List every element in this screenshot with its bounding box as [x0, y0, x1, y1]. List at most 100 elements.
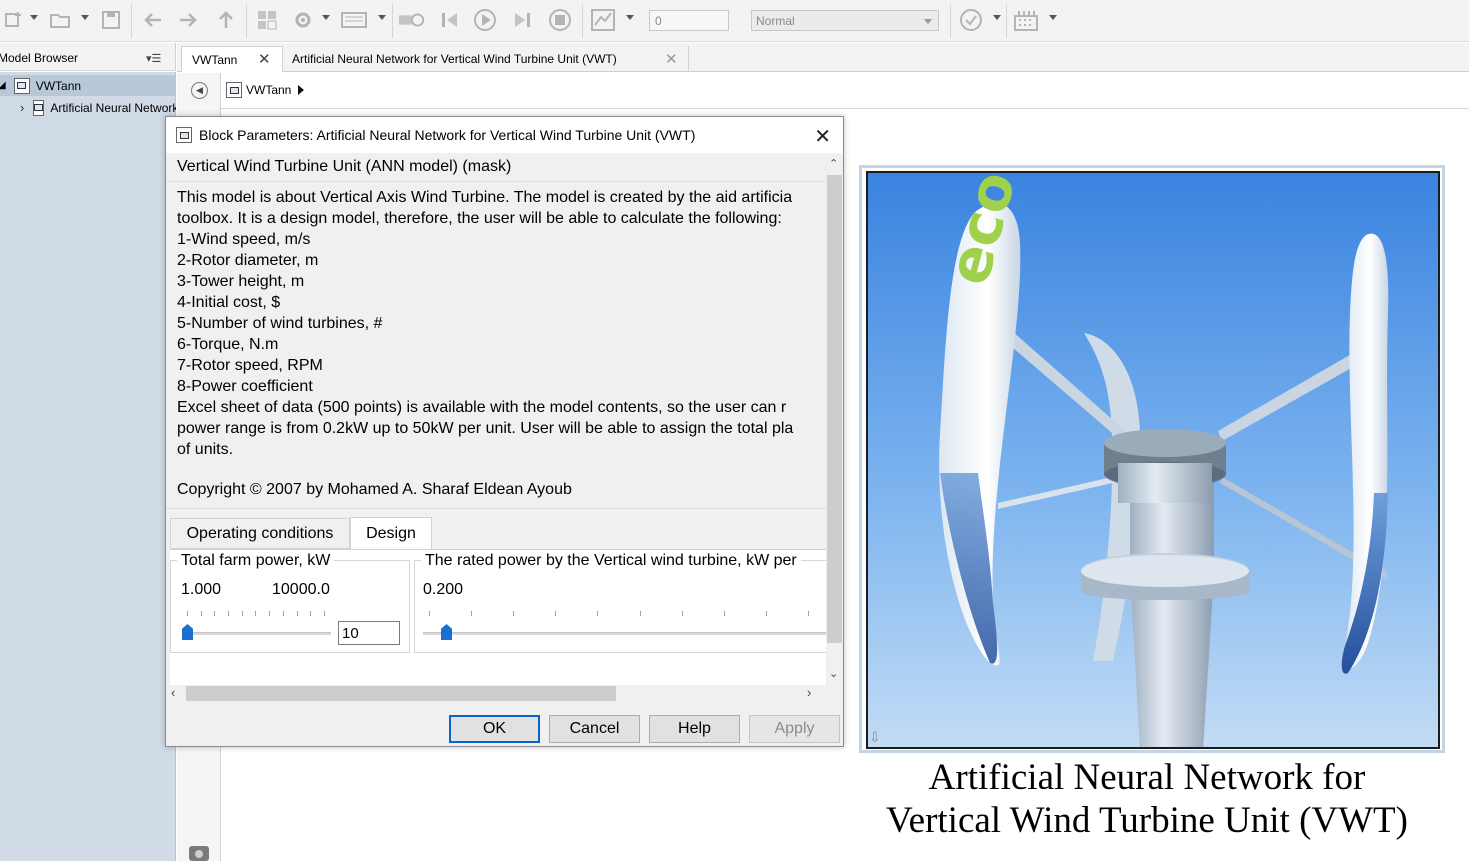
ann-block[interactable]: eco [859, 165, 1445, 753]
forward-icon[interactable] [174, 6, 202, 34]
block-mask-image: eco [866, 171, 1440, 749]
run-icon[interactable] [471, 6, 499, 34]
chevron-right-icon[interactable]: › [807, 685, 811, 700]
slider-tick [807, 611, 809, 616]
tab-ann-subsystem[interactable]: Artificial Neural Network for Vertical W… [283, 46, 689, 72]
vertical-scroll-thumb[interactable] [827, 175, 842, 643]
description-line: 3-Tower height, m [177, 273, 305, 290]
editor-tabs: VWTann ✕ Artificial Neural Network for V… [177, 43, 1469, 72]
port-arrow-icon: ⇩ [869, 729, 881, 745]
dialog-vertical-scrollbar[interactable]: ⌃ ⌄ [826, 155, 843, 683]
slider-tick [555, 611, 557, 616]
description-line: This model is about Vertical Axis Wind T… [177, 189, 793, 206]
slider-tick [429, 611, 430, 616]
slider-tick [296, 611, 298, 616]
slider-tick [513, 611, 515, 616]
slider-tick [214, 611, 216, 616]
close-icon[interactable]: ✕ [665, 50, 678, 68]
cancel-button[interactable]: Cancel [549, 715, 640, 743]
description-line: 7-Rotor speed, RPM [177, 357, 323, 374]
description-line: of units. [177, 441, 234, 458]
chevron-right-icon[interactable] [298, 85, 305, 95]
check-dropdown-icon[interactable] [993, 15, 1001, 20]
library-icon[interactable] [253, 6, 281, 34]
model-browser-item-subsystem[interactable]: › Artificial Neural Network for Vertical… [0, 97, 176, 118]
explorer-icon[interactable] [340, 6, 368, 34]
apply-button[interactable]: Apply [749, 715, 840, 743]
chevron-down-icon[interactable]: ⌄ [829, 667, 838, 680]
new-model-icon[interactable] [0, 6, 28, 34]
model-browser-item-root[interactable]: ◢ VWTann [0, 75, 176, 96]
ok-button[interactable]: OK [449, 715, 540, 743]
scope-icon[interactable] [589, 6, 617, 34]
chevron-down-icon[interactable]: ◢ [0, 80, 6, 91]
help-button[interactable]: Help [649, 715, 740, 743]
open-icon[interactable] [46, 6, 74, 34]
simulation-mode-select[interactable]: Normal [751, 10, 939, 31]
rated-power-label: The rated power by the Vertical wind tur… [421, 552, 801, 570]
slider-tick [597, 611, 599, 616]
subsystem-icon [33, 99, 45, 116]
chevron-right-icon[interactable]: › [20, 100, 24, 115]
farm-power-slider-thumb[interactable] [182, 624, 193, 640]
dialog-title-bar[interactable]: Block Parameters: Artificial Neural Netw… [166, 117, 843, 153]
tab-label: VWTann [192, 52, 238, 67]
back-icon[interactable] [139, 6, 167, 34]
check-icon[interactable] [957, 6, 985, 34]
tab-operating-conditions[interactable]: Operating conditions [170, 518, 350, 549]
hide-explorer-icon[interactable]: ◀ [191, 82, 208, 99]
description-line: toolbox. It is a design model, therefore… [177, 210, 782, 227]
tab-vwtann[interactable]: VWTann ✕ [181, 46, 283, 72]
farm-power-max: 10000.0 [272, 581, 330, 598]
chevron-up-icon[interactable]: ⌃ [829, 157, 838, 170]
rated-power-slider-thumb[interactable] [441, 624, 452, 640]
model-browser-menu-icon[interactable]: ▾☰ [146, 52, 161, 65]
chevron-left-icon[interactable]: ‹ [171, 685, 175, 700]
stop-time-input[interactable] [649, 10, 729, 31]
wind-turbine-illustration: eco [868, 173, 1438, 747]
rated-power-group: The rated power by the Vertical wind tur… [414, 552, 826, 653]
model-browser-item-label: Artificial Neural Network for Vertical W… [50, 100, 176, 115]
stop-icon[interactable] [546, 6, 574, 34]
description-line: 8-Power coefficient [177, 378, 313, 395]
close-icon[interactable]: ✕ [258, 50, 271, 68]
slider-tick [282, 611, 284, 616]
breadcrumb-item-root[interactable]: VWTann [226, 82, 305, 98]
tab-label: Artificial Neural Network for Vertical W… [292, 52, 617, 66]
grid-icon[interactable] [1012, 6, 1040, 34]
scope-dropdown-icon[interactable] [626, 15, 634, 20]
mask-type-label: Vertical Wind Turbine Unit (ANN model) (… [177, 158, 512, 175]
slider-tick [723, 611, 725, 616]
slider-tick [310, 611, 312, 616]
block-parameters-dialog: Block Parameters: Artificial Neural Netw… [165, 116, 844, 747]
save-icon[interactable] [97, 6, 125, 34]
farm-power-label: Total farm power, kW [177, 552, 335, 570]
farm-power-slider-track[interactable] [183, 632, 331, 635]
step-forward-icon[interactable] [508, 6, 536, 34]
block-name-label[interactable]: Artificial Neural Network for Vertical W… [862, 756, 1432, 842]
record-icon[interactable] [398, 6, 426, 34]
farm-power-input[interactable] [338, 621, 400, 645]
tab-design[interactable]: Design [350, 517, 432, 550]
grid-dropdown-icon[interactable] [1049, 15, 1057, 20]
up-icon[interactable] [212, 6, 240, 34]
mask-description: This model is about Vertical Axis Wind T… [177, 187, 826, 460]
tab-label: Design [366, 525, 416, 542]
block-name-line-1: Artificial Neural Network for [928, 757, 1366, 798]
settings-dropdown-icon[interactable] [322, 15, 330, 20]
dialog-horizontal-scrollbar[interactable]: ‹ › [166, 685, 826, 702]
rated-power-slider-track[interactable] [423, 632, 826, 635]
farm-power-group: Total farm power, kW 1.000 10000.0 [170, 552, 410, 653]
step-back-icon[interactable] [436, 6, 464, 34]
simulation-mode-label: Normal [756, 14, 795, 28]
settings-icon[interactable] [289, 6, 317, 34]
open-dropdown-icon[interactable] [81, 15, 89, 20]
slider-tick [681, 611, 683, 616]
copyright-text: Copyright © 2007 by Mohamed A. Sharaf El… [177, 481, 572, 498]
camera-icon[interactable] [189, 846, 209, 861]
new-model-dropdown-icon[interactable] [30, 15, 38, 20]
close-icon[interactable]: ✕ [814, 124, 831, 149]
horizontal-scroll-thumb[interactable] [186, 686, 616, 701]
explorer-dropdown-icon[interactable] [378, 15, 386, 20]
breadcrumb-label: VWTann [246, 83, 292, 97]
